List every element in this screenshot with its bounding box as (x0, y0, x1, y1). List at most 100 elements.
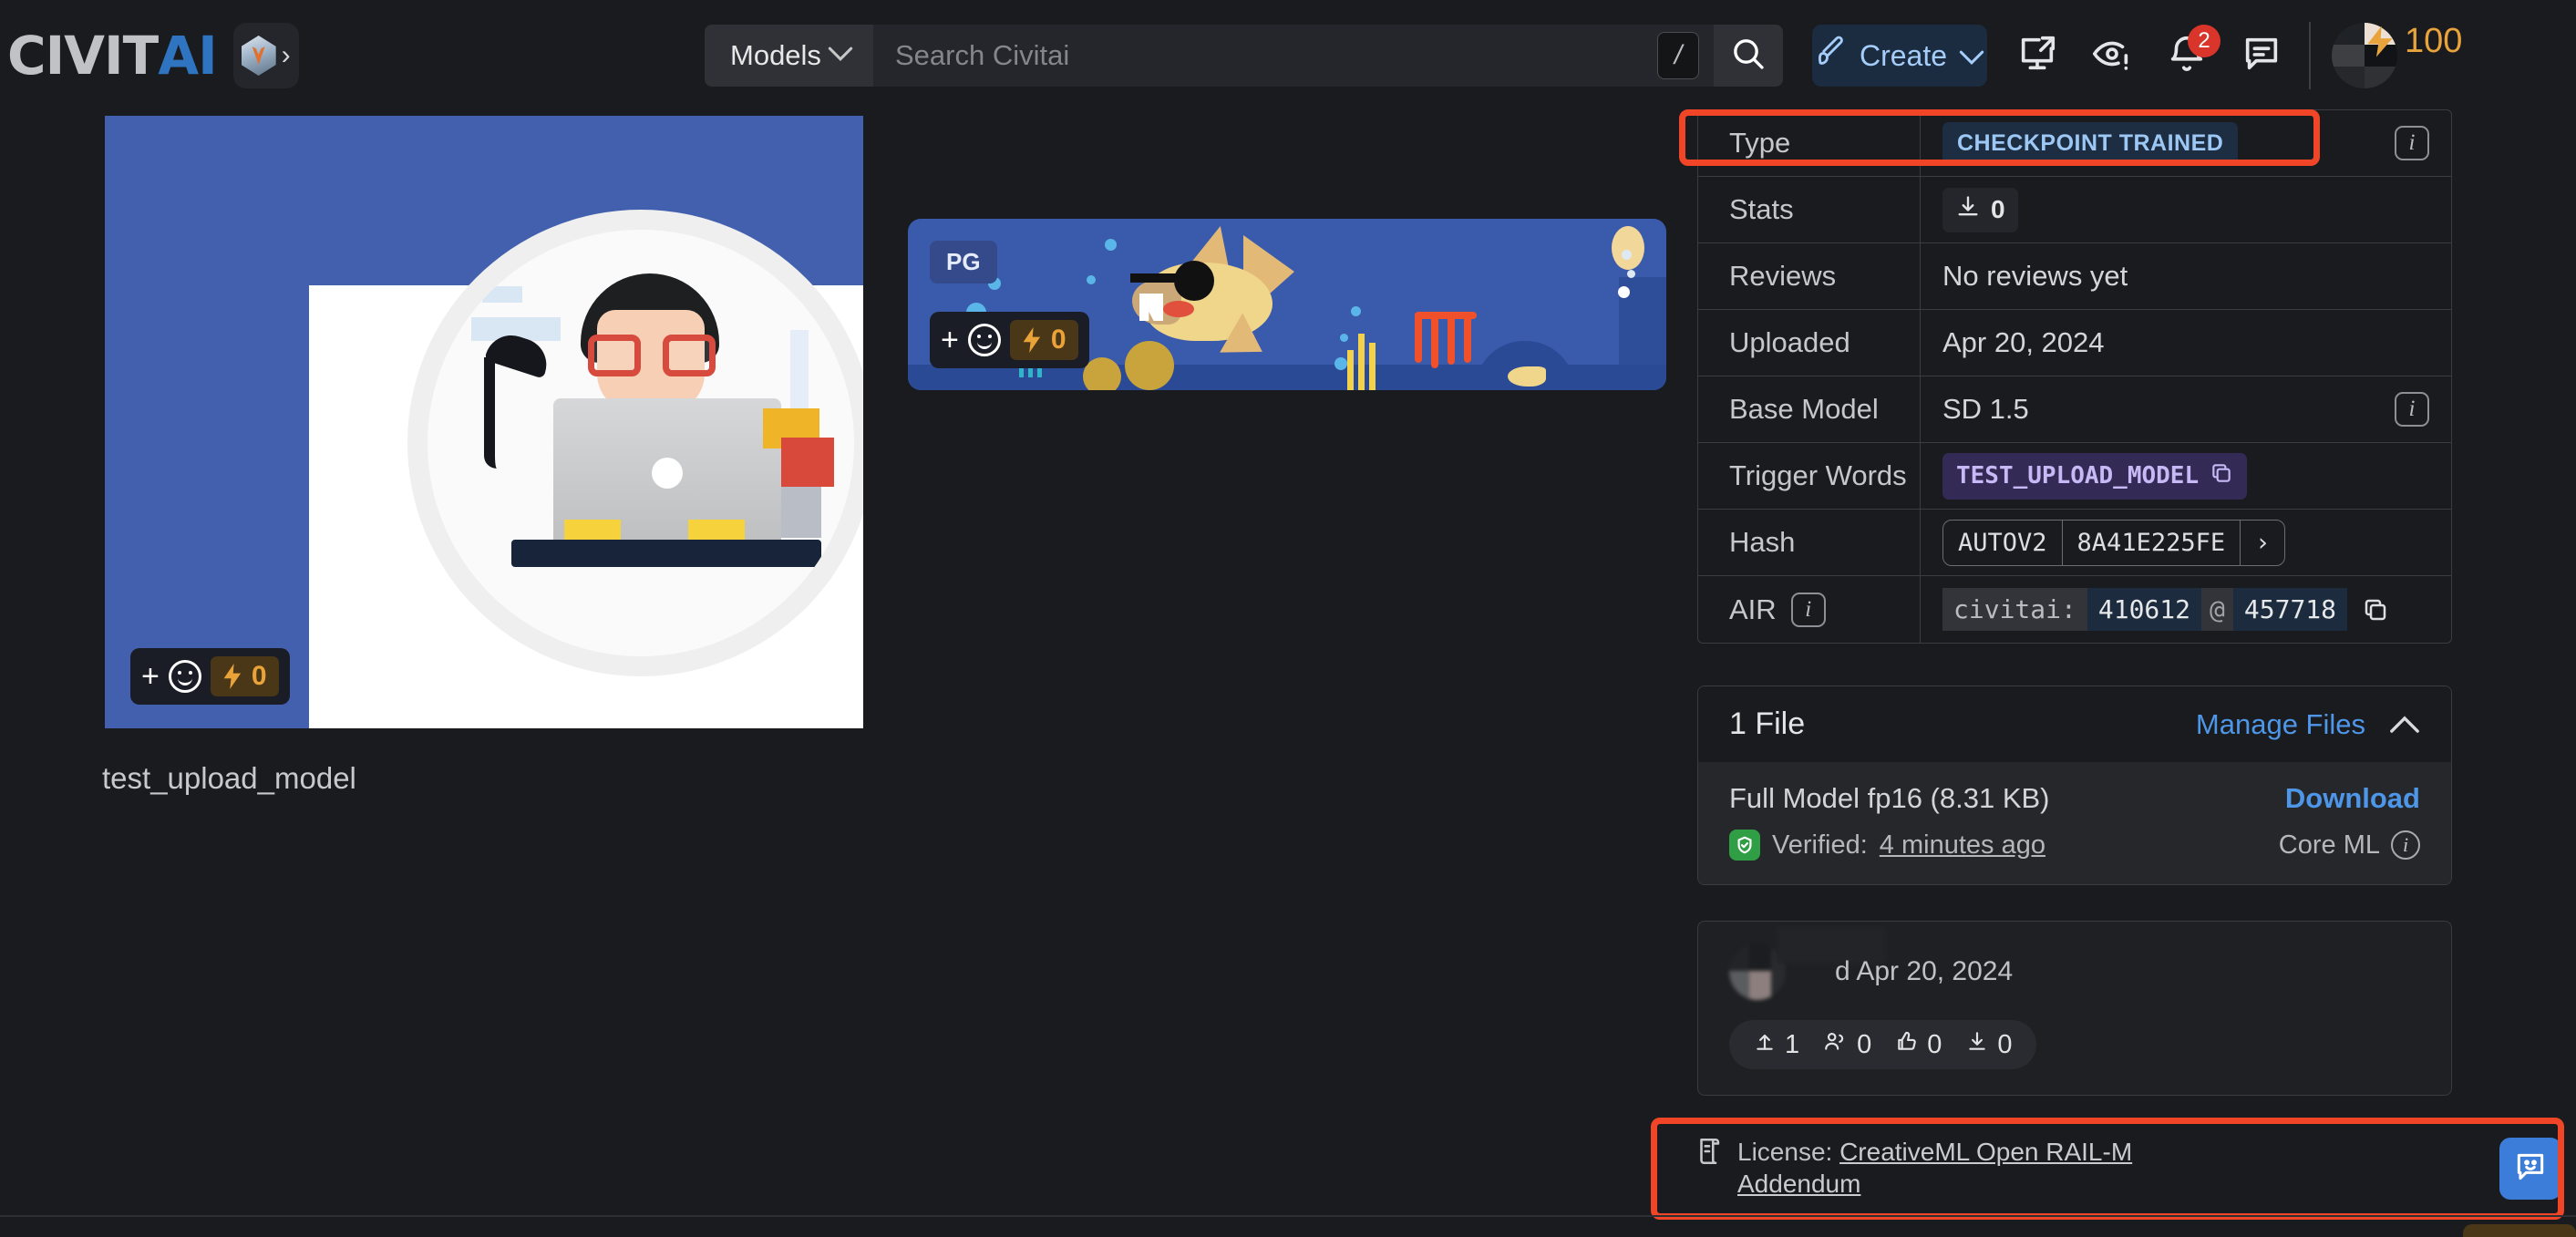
add-reaction-icon[interactable]: + (141, 661, 160, 692)
preview1-illustration (407, 210, 863, 676)
header-divider (2309, 22, 2311, 89)
download-icon (1965, 1029, 1989, 1060)
preview1-reaction-bar[interactable]: + 0 (130, 648, 290, 705)
browsing-level-button[interactable] (2089, 33, 2135, 78)
gem-icon (241, 36, 276, 76)
creator-stat-followers: 0 (1823, 1029, 1871, 1060)
trigger-word-chip[interactable]: TEST_UPLOAD_MODEL (1942, 452, 2248, 500)
detail-key: Stats (1698, 177, 1921, 242)
model-preview-image-1[interactable]: + 0 (105, 116, 863, 728)
license-link[interactable]: CreativeML Open RAIL-M (1839, 1138, 2132, 1166)
downloads-count: 0 (1991, 195, 2005, 223)
creator-stats-bar: 1 0 0 0 (1729, 1020, 2036, 1069)
verified-time-link[interactable]: 4 minutes ago (1880, 830, 2045, 861)
logo-text-civit: CIVIT (7, 25, 159, 87)
add-reaction-icon[interactable]: + (941, 325, 959, 356)
search-scope-label: Models (730, 39, 821, 71)
detail-row-reviews: Reviews No reviews yet (1698, 243, 2451, 310)
emoji-reaction-icon[interactable] (967, 324, 1001, 356)
copy-icon[interactable] (2210, 461, 2233, 491)
downloads-stat-chip[interactable]: 0 (1942, 187, 2018, 232)
model-preview-image-2[interactable]: PG + 0 (908, 219, 1666, 390)
file-format-label: Core ML (2278, 830, 2380, 860)
uploaded-value: Apr 20, 2024 (1942, 326, 2105, 358)
civitai-logo[interactable]: CIVIT AI › (7, 0, 299, 111)
upload-icon (1753, 1029, 1777, 1060)
model-title: test_upload_model (102, 761, 356, 795)
preview1-tip-buzz-button[interactable]: 0 (210, 656, 279, 696)
hash-expand-chevron-icon[interactable]: › (2240, 520, 2284, 565)
stat-value: 0 (1927, 1029, 1942, 1059)
search-submit-button[interactable] (1714, 25, 1783, 87)
license-label: License: (1737, 1138, 1833, 1166)
license-link-line2[interactable]: Addendum (1737, 1170, 1860, 1198)
support-chat-button[interactable] (2499, 1138, 2561, 1200)
files-card-header: 1 File Manage Files (1698, 686, 2451, 762)
thumbup-icon (1895, 1029, 1919, 1060)
membership-badge-button[interactable]: › (232, 23, 299, 88)
detail-key: Reviews (1698, 243, 1921, 309)
preview2-tip-buzz-button[interactable]: 0 (1009, 320, 1078, 360)
model-type-chip: CHECKPOINT TRAINED (1942, 121, 2239, 165)
file-verified-status: Verified: 4 minutes ago (1729, 830, 2045, 861)
air-at-separator: @ (2201, 588, 2233, 631)
detail-key: AIR (1729, 593, 1777, 625)
license-section: License: CreativeML Open RAIL-M Addendum (1666, 1123, 2549, 1212)
stat-value: 0 (1997, 1029, 2013, 1059)
detail-row-air: AIR i civitai: 410612 @ 457718 (1698, 576, 2451, 643)
verified-label: Verified: (1772, 830, 1868, 860)
notification-count-badge: 2 (2188, 25, 2221, 57)
detail-key: Uploaded (1698, 310, 1921, 376)
buzz-balance[interactable]: 100 (2367, 22, 2462, 61)
verified-shield-icon (1729, 830, 1760, 861)
download-link[interactable]: Download (2285, 782, 2420, 815)
search-input[interactable] (873, 25, 1657, 87)
hash-group[interactable]: AUTOV2 8A41E225FE › (1942, 519, 2286, 566)
info-icon[interactable]: i (1790, 592, 1826, 627)
detail-row-base-model: Base Model SD 1.5 i (1698, 376, 2451, 443)
notifications-button[interactable]: 2 (2164, 25, 2221, 78)
chat-bubble-icon (2241, 33, 2282, 79)
stat-value: 1 (1785, 1029, 1800, 1059)
generation-window-button[interactable] (2014, 33, 2060, 78)
chevron-up-icon[interactable] (2389, 715, 2420, 735)
chat-button[interactable] (2239, 33, 2284, 78)
files-card: 1 File Manage Files Full Model fp16 (8.3… (1697, 686, 2452, 885)
model-details-table: Type CHECKPOINT TRAINED i Stats 0 Review… (1697, 109, 2452, 644)
file-name: Full Model fp16 (8.31 KB) (1729, 782, 2050, 814)
hash-algorithm: AUTOV2 (1958, 528, 2047, 557)
search-shortcut-hint: / (1657, 32, 1699, 79)
emoji-reaction-icon[interactable] (168, 660, 201, 693)
copy-icon[interactable] (2362, 596, 2389, 624)
creator-card: d Apr 20, 2024 1 0 0 0 (1697, 921, 2452, 1096)
preview1-buzz-count: 0 (251, 661, 267, 691)
create-button[interactable]: Create (1812, 25, 1987, 87)
global-search-bar[interactable]: Models / (705, 25, 1783, 87)
air-identifier[interactable]: civitai: 410612 @ 457718 (1942, 588, 2348, 631)
hash-digest: 8A41E225FE (2061, 520, 2241, 565)
detail-key: Base Model (1698, 376, 1921, 442)
footer-divider (0, 1215, 2576, 1217)
followers-icon (1823, 1029, 1849, 1060)
info-icon[interactable]: i (2395, 126, 2429, 160)
preview2-buzz-count: 0 (1050, 325, 1066, 355)
detail-key: Trigger Words (1698, 443, 1921, 509)
manage-files-link[interactable]: Manage Files (2196, 708, 2365, 741)
info-icon[interactable]: i (2391, 830, 2420, 860)
create-button-label: Create (1859, 38, 1948, 72)
detail-row-uploaded: Uploaded Apr 20, 2024 (1698, 310, 2451, 376)
download-icon (1955, 194, 1981, 226)
preview2-reaction-bar[interactable]: + 0 (930, 312, 1089, 368)
eye-alert-icon (2091, 33, 2133, 79)
file-row: Full Model fp16 (8.31 KB) Download Verif… (1698, 762, 2451, 884)
search-scope-select[interactable]: Models (705, 25, 873, 87)
creator-stat-likes: 0 (1895, 1029, 1942, 1060)
lightning-bolt-icon (223, 664, 242, 689)
user-avatar[interactable] (2332, 23, 2397, 88)
stat-value: 0 (1857, 1029, 1872, 1059)
air-model-id: 410612 (2087, 588, 2202, 631)
reviews-value: No reviews yet (1942, 260, 2128, 292)
info-icon[interactable]: i (2395, 392, 2429, 427)
logo-text-ai: AI (158, 25, 217, 87)
file-format-info: Core ML i (2279, 830, 2420, 861)
